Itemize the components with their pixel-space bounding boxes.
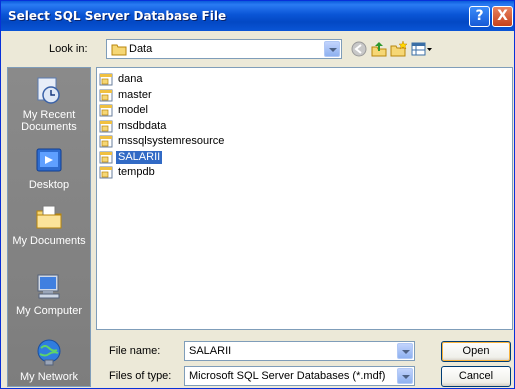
my-documents-icon xyxy=(36,205,62,229)
file-type-select[interactable]: Microsoft SQL Server Databases (*.mdf) xyxy=(184,366,415,386)
database-file-icon xyxy=(99,166,113,179)
up-folder-icon[interactable] xyxy=(370,40,388,58)
dialog-title: Select SQL Server Database File xyxy=(8,9,227,23)
file-item-label: model xyxy=(118,104,148,116)
file-list[interactable]: dana master model msdbdata mssqlsystemresour… xyxy=(96,67,513,330)
place-label: Desktop xyxy=(28,179,70,191)
select-database-dialog: Select SQL Server Database File ? X Look… xyxy=(0,0,515,389)
place-label: My Recent Documents xyxy=(21,109,77,133)
place-my-computer[interactable]: My Computer xyxy=(8,272,90,317)
file-name-field[interactable]: SALARII xyxy=(184,341,415,361)
open-button[interactable]: Open xyxy=(441,341,511,362)
look-in-value: Data xyxy=(129,43,153,55)
file-item-label: mssqlsystemresource xyxy=(118,135,225,147)
chevron-down-icon[interactable] xyxy=(397,343,413,359)
title-bar[interactable]: Select SQL Server Database File ? X xyxy=(1,1,514,31)
close-button[interactable]: X xyxy=(492,6,513,27)
database-file-icon xyxy=(99,120,113,132)
new-folder-icon[interactable] xyxy=(390,40,408,58)
help-button[interactable]: ? xyxy=(469,6,490,27)
my-network-icon xyxy=(37,339,61,366)
back-icon[interactable] xyxy=(350,40,368,58)
place-my-network[interactable]: My Network xyxy=(8,338,90,383)
file-type-value: Microsoft SQL Server Databases (*.mdf) xyxy=(189,370,386,382)
view-menu-icon[interactable] xyxy=(410,40,434,58)
recent-documents-icon xyxy=(37,77,60,104)
file-item-label: tempdb xyxy=(118,166,155,178)
look-in-dropdown[interactable]: Data xyxy=(106,39,342,59)
place-label: My Computer xyxy=(15,305,83,317)
place-desktop[interactable]: Desktop xyxy=(8,146,90,191)
database-file-icon xyxy=(99,104,113,117)
database-file-icon xyxy=(99,89,113,101)
place-my-documents[interactable]: My Documents xyxy=(8,202,90,247)
cancel-button[interactable]: Cancel xyxy=(441,366,511,387)
database-file-icon xyxy=(99,151,113,163)
database-file-icon xyxy=(99,135,113,148)
file-type-label: Files of type: xyxy=(109,370,172,382)
chevron-down-icon[interactable] xyxy=(397,368,413,384)
desktop-icon xyxy=(36,148,62,172)
look-in-label: Look in: xyxy=(49,43,88,55)
database-file-icon xyxy=(99,73,113,86)
place-label: My Documents xyxy=(12,235,86,247)
folder-icon xyxy=(111,44,127,56)
chevron-down-icon[interactable] xyxy=(324,41,340,57)
place-my-recent-documents[interactable]: My Recent Documents xyxy=(8,76,90,133)
place-label: My Network xyxy=(19,371,79,383)
places-bar: My Recent Documents Desktop My Documents xyxy=(7,67,91,387)
file-item-label: SALARII xyxy=(116,150,163,164)
file-item-label: dana xyxy=(118,73,143,85)
file-item-label: msdbdata xyxy=(118,119,167,132)
file-name-label: File name: xyxy=(109,345,161,357)
file-item-label: master xyxy=(118,88,152,101)
file-name-value: SALARII xyxy=(189,345,232,357)
my-computer-icon xyxy=(37,274,60,299)
